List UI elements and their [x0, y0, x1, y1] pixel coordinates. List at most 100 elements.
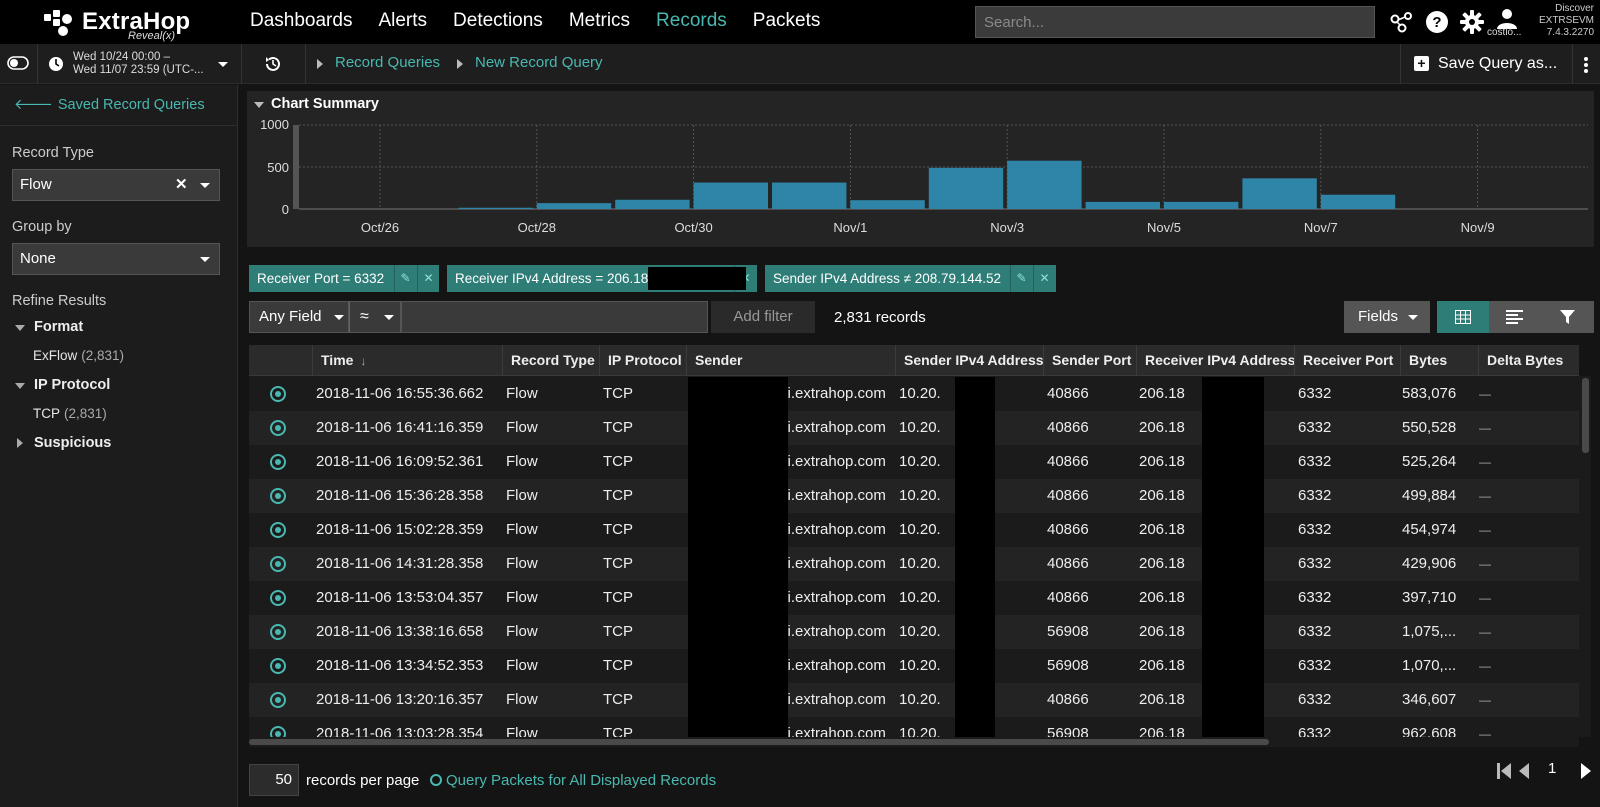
column-header-receiver-port[interactable]: Receiver Port — [1294, 345, 1400, 376]
table-row[interactable]: 2018-11-06 13:38:16.658 Flow TCP a.i.extrah… — [249, 615, 1579, 649]
column-header-delta-bytes[interactable]: Delta Bytes — [1478, 345, 1579, 376]
history-icon[interactable] — [263, 54, 283, 74]
table-row[interactable]: 2018-11-06 15:02:28.359 Flow TCP a.i.extrah… — [249, 513, 1579, 547]
query-packets-row-icon[interactable] — [270, 556, 286, 572]
time-range-selector[interactable]: Wed 10/24 00:00 – Wed 11/07 23:59 (UTC-.… — [73, 51, 204, 77]
table-horizontal-scrollbar[interactable] — [249, 737, 1579, 747]
breadcrumb-record-queries[interactable]: Record Queries — [335, 54, 440, 71]
column-header-sender-port[interactable]: Sender Port — [1043, 345, 1136, 376]
table-row[interactable]: 2018-11-06 14:31:28.358 Flow TCP a.i.extrah… — [249, 547, 1579, 581]
column-header-sender[interactable]: Sender — [686, 345, 895, 376]
clear-icon[interactable]: ✕ — [175, 170, 188, 200]
filter-options-button[interactable] — [1541, 301, 1594, 333]
nav-metrics[interactable]: Metrics — [569, 0, 630, 44]
sort-descending-icon[interactable]: ↓ — [360, 354, 366, 368]
refine-group-format[interactable]: Format — [34, 319, 83, 335]
column-header-bytes[interactable]: Bytes — [1400, 345, 1478, 376]
nav-dashboards[interactable]: Dashboards — [250, 0, 352, 44]
extrahop-logo[interactable]: ExtraHop Reveal(x) — [44, 6, 194, 42]
record-type-select[interactable]: Flow ✕ — [12, 169, 220, 201]
query-packets-row-icon[interactable] — [270, 454, 286, 470]
more-options-icon[interactable] — [1583, 56, 1589, 74]
field-select[interactable]: Any Field — [249, 301, 349, 333]
column-header-time[interactable]: Time ↓ — [312, 345, 502, 376]
time-range-chevron-down-icon[interactable] — [218, 62, 228, 67]
refine-item-exflow[interactable]: ExFlow (2,831) — [33, 348, 124, 363]
settings-gear-icon[interactable] — [1460, 10, 1484, 34]
table-row[interactable]: 2018-11-06 13:03:28.354 Flow TCP a.i.extrah… — [249, 717, 1579, 737]
clock-icon[interactable] — [48, 56, 64, 72]
refine-group-ip-protocol[interactable]: IP Protocol — [34, 377, 110, 393]
query-packets-row-icon[interactable] — [270, 658, 286, 674]
activity-map-icon[interactable] — [1390, 10, 1414, 34]
chart-bar[interactable] — [536, 203, 612, 209]
refine-group-suspicious[interactable]: Suspicious — [34, 435, 111, 451]
records-per-page-input[interactable]: 50 — [249, 764, 299, 796]
table-row[interactable]: 2018-11-06 15:36:28.358 Flow TCP a.i.extrah… — [249, 479, 1579, 513]
chart-bar[interactable] — [615, 199, 690, 209]
chart-bar[interactable] — [928, 167, 1004, 209]
group-by-select[interactable]: None — [12, 243, 220, 275]
query-packets-row-icon[interactable] — [270, 522, 286, 538]
table-row[interactable]: 2018-11-06 13:34:52.353 Flow TCP a.i.extrah… — [249, 649, 1579, 683]
query-packets-row-icon[interactable] — [270, 420, 286, 436]
chart-bar[interactable] — [1164, 201, 1239, 209]
breadcrumb-new-record-query[interactable]: New Record Query — [475, 54, 603, 71]
filter-value-input[interactable] — [401, 301, 708, 333]
operator-select[interactable]: ≈ — [349, 301, 401, 333]
fields-button[interactable]: Fields — [1344, 301, 1430, 333]
chart-bar[interactable] — [693, 182, 768, 209]
filter-chip-receiver-port[interactable]: Receiver Port = 6332 ✎ ✕ — [249, 265, 439, 292]
collapsed-arrow-icon[interactable] — [17, 438, 23, 448]
query-packets-link[interactable]: Query Packets for All Displayed Records — [430, 772, 716, 789]
chart-bar[interactable] — [1007, 160, 1082, 209]
nav-detections[interactable]: Detections — [453, 0, 543, 44]
chart-bar[interactable] — [458, 207, 533, 209]
table-row[interactable]: 2018-11-06 13:53:04.357 Flow TCP a.i.extrah… — [249, 581, 1579, 615]
edit-pencil-icon[interactable]: ✎ — [1010, 265, 1032, 292]
column-header-receiver-ipv4[interactable]: Receiver IPv4 Address — [1136, 345, 1295, 376]
remove-filter-icon[interactable]: ✕ — [417, 265, 439, 292]
previous-page-icon[interactable] — [1519, 763, 1529, 779]
refine-item-tcp[interactable]: TCP (2,831) — [33, 406, 107, 421]
user-name[interactable]: costlo... — [1487, 27, 1521, 38]
nav-packets[interactable]: Packets — [753, 0, 821, 44]
column-header-record-type[interactable]: Record Type — [502, 345, 599, 376]
expanded-arrow-icon[interactable] — [15, 383, 25, 389]
add-filter-button[interactable]: Add filter — [711, 301, 815, 333]
toggle-switch-icon[interactable] — [7, 56, 29, 70]
table-view-button[interactable] — [1437, 301, 1489, 333]
table-vertical-scrollbar[interactable] — [1579, 376, 1591, 737]
expanded-arrow-icon[interactable] — [15, 325, 25, 331]
column-header-ip-protocol[interactable]: IP Protocol — [599, 345, 686, 376]
query-packets-row-icon[interactable] — [270, 590, 286, 606]
chevron-down-icon[interactable] — [200, 183, 210, 188]
edit-pencil-icon[interactable]: ✎ — [394, 265, 416, 292]
table-row[interactable]: 2018-11-06 16:09:52.361 Flow TCP a.i.extrah… — [249, 445, 1579, 479]
chevron-down-icon[interactable] — [200, 257, 210, 262]
chart-bar[interactable] — [850, 200, 925, 209]
chart-bar[interactable] — [1242, 178, 1317, 209]
table-row[interactable]: 2018-11-06 13:20:16.357 Flow TCP a.i.extrah… — [249, 683, 1579, 717]
scrollbar-thumb[interactable] — [1582, 378, 1589, 453]
table-row[interactable]: 2018-11-06 16:41:16.359 Flow TCP a.i.extrah… — [249, 411, 1579, 445]
remove-filter-icon[interactable]: ✕ — [1033, 265, 1055, 292]
save-query-button[interactable]: + Save Query as... — [1410, 48, 1557, 80]
chart-range-handle[interactable] — [293, 125, 299, 209]
query-packets-row-icon[interactable] — [270, 726, 286, 737]
next-page-icon[interactable] — [1580, 762, 1592, 780]
query-packets-row-icon[interactable] — [270, 386, 286, 402]
filter-chip-sender-ipv4[interactable]: Sender IPv4 Address ≠ 208.79.144.52 ✎ ✕ — [765, 265, 1056, 292]
chart-bar[interactable] — [1320, 194, 1396, 209]
scrollbar-thumb[interactable] — [249, 739, 1269, 745]
query-packets-row-icon[interactable] — [270, 692, 286, 708]
table-row[interactable]: 2018-11-06 16:55:36.662 Flow TCP a.i.extrah… — [249, 377, 1579, 411]
nav-records[interactable]: Records — [656, 0, 727, 44]
chart-bar[interactable] — [1085, 201, 1160, 209]
query-packets-row-icon[interactable] — [270, 488, 286, 504]
chart-bar[interactable] — [772, 182, 847, 209]
first-page-icon[interactable] — [1497, 763, 1511, 779]
list-view-button[interactable] — [1489, 301, 1541, 333]
query-packets-row-icon[interactable] — [270, 624, 286, 640]
help-icon[interactable]: ? — [1425, 10, 1449, 34]
